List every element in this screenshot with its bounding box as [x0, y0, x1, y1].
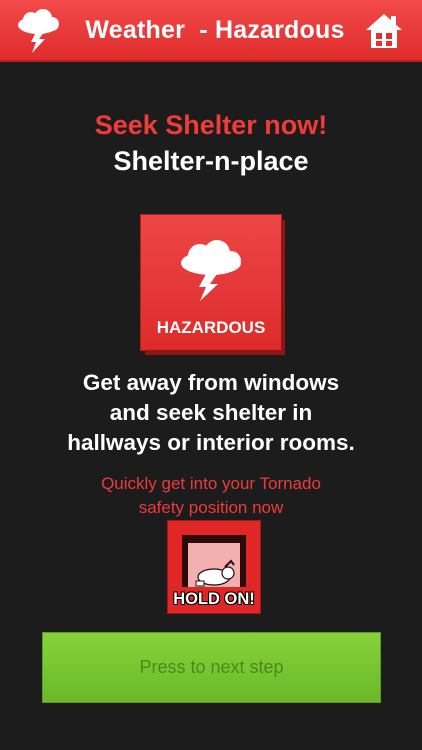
page-title: Weather - Hazardous [85, 16, 345, 44]
tip-line: Quickly get into your Tornado [101, 474, 321, 493]
instruction-line: Get away from windows [82, 370, 340, 395]
hazard-label: HAZARDOUS [156, 318, 266, 337]
hazard-badge: HAZARDOUS [141, 215, 281, 350]
storm-cloud-icon [181, 240, 241, 301]
hold-on-badge: HOLD ON! [168, 521, 260, 613]
tip-line: safety position now [138, 498, 284, 517]
home-icon[interactable] [364, 12, 404, 50]
tornado-tip: Quickly get into your Tornado safety pos… [0, 472, 422, 520]
next-step-button[interactable]: Press to next step [42, 632, 381, 703]
shelter-instructions: Get away from windows and seek shelter i… [20, 368, 402, 458]
hold-on-label: HOLD ON! [173, 590, 255, 608]
instruction-line: hallways or interior rooms. [67, 430, 355, 455]
top-bar: Weather - Hazardous [0, 0, 422, 62]
instruction-line: and seek shelter in [109, 400, 313, 425]
alert-headline: Seek Shelter now! [94, 110, 328, 140]
alert-subheadline: Shelter-n-place [113, 146, 309, 176]
